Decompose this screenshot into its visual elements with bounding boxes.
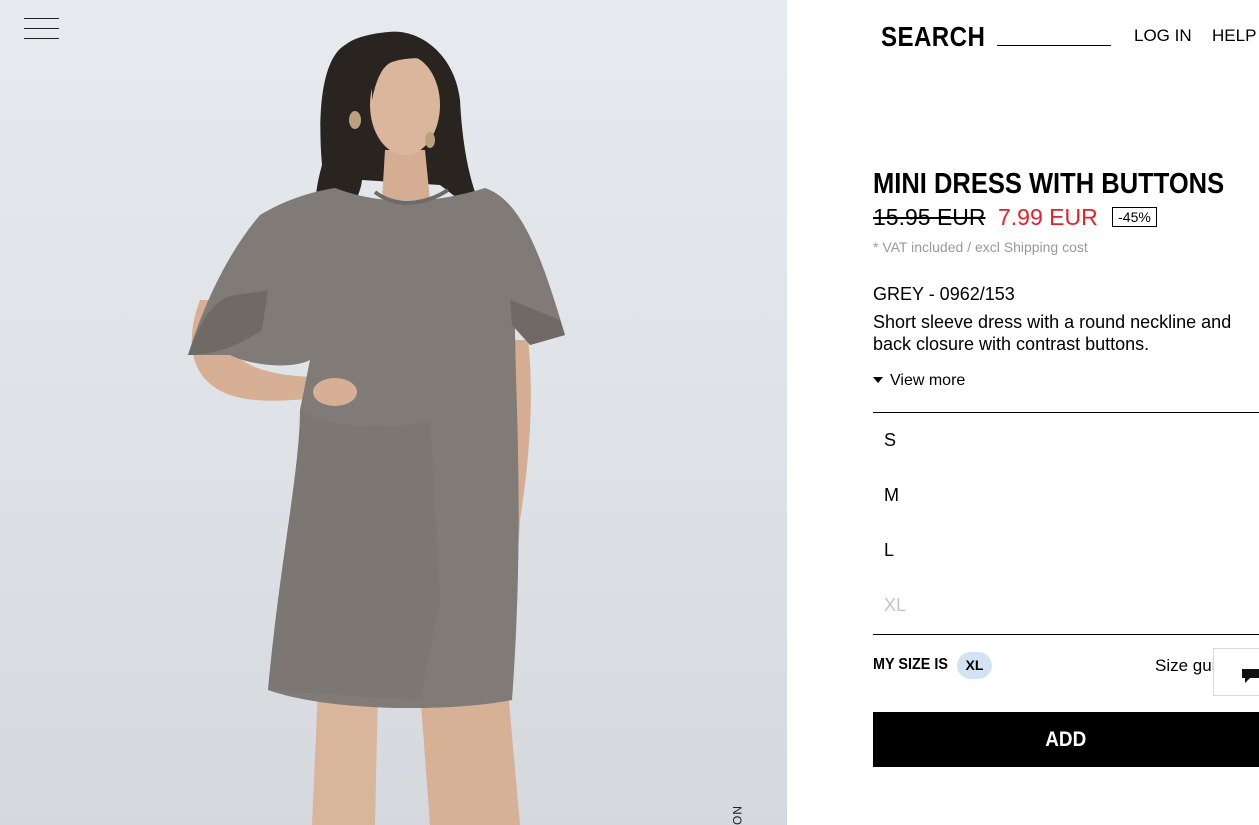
price-row: 15.95 EUR 7.99 EUR -45% <box>873 204 1157 236</box>
chat-button[interactable] <box>1213 648 1259 696</box>
chat-icon <box>1242 669 1259 683</box>
add-to-cart-button[interactable]: ADD <box>873 712 1259 767</box>
size-option-l[interactable]: L <box>873 523 1259 578</box>
caret-down-icon <box>873 377 883 383</box>
view-more-label: View more <box>890 372 966 389</box>
discount-badge: -45% <box>1112 207 1157 227</box>
view-more-link[interactable]: View more <box>873 372 965 390</box>
size-option-s[interactable]: S <box>873 413 1259 468</box>
size-guide-link[interactable]: Size gui <box>1155 656 1215 676</box>
search-label[interactable]: SEARCH <box>881 21 985 53</box>
vat-note: * VAT included / excl Shipping cost <box>873 239 1088 255</box>
search-underline <box>997 45 1111 46</box>
sale-price: 7.99 EUR <box>997 204 1098 230</box>
image-vertical-text: NO <box>730 806 744 825</box>
login-link[interactable]: LOG IN <box>1134 26 1192 46</box>
product-description: Short sleeve dress with a round neckline… <box>873 312 1232 354</box>
size-option-xl[interactable]: XL <box>873 578 1259 633</box>
model-illustration <box>188 31 565 825</box>
help-link[interactable]: HELP <box>1212 26 1256 46</box>
size-option-m[interactable]: M <box>873 468 1259 523</box>
add-button-label: ADD <box>1045 727 1087 751</box>
product-image[interactable]: NO <box>0 0 787 825</box>
product-title: MINI DRESS WITH BUTTONS <box>873 168 1225 200</box>
search-input[interactable] <box>997 24 1111 44</box>
my-size-label: MY SIZE IS <box>873 656 948 673</box>
my-size-badge[interactable]: XL <box>957 652 992 679</box>
color-reference: GREY - 0962/153 <box>873 284 1015 304</box>
old-price: 15.95 EUR <box>873 204 986 230</box>
size-list: S M L XL <box>873 413 1259 633</box>
divider <box>873 634 1259 635</box>
